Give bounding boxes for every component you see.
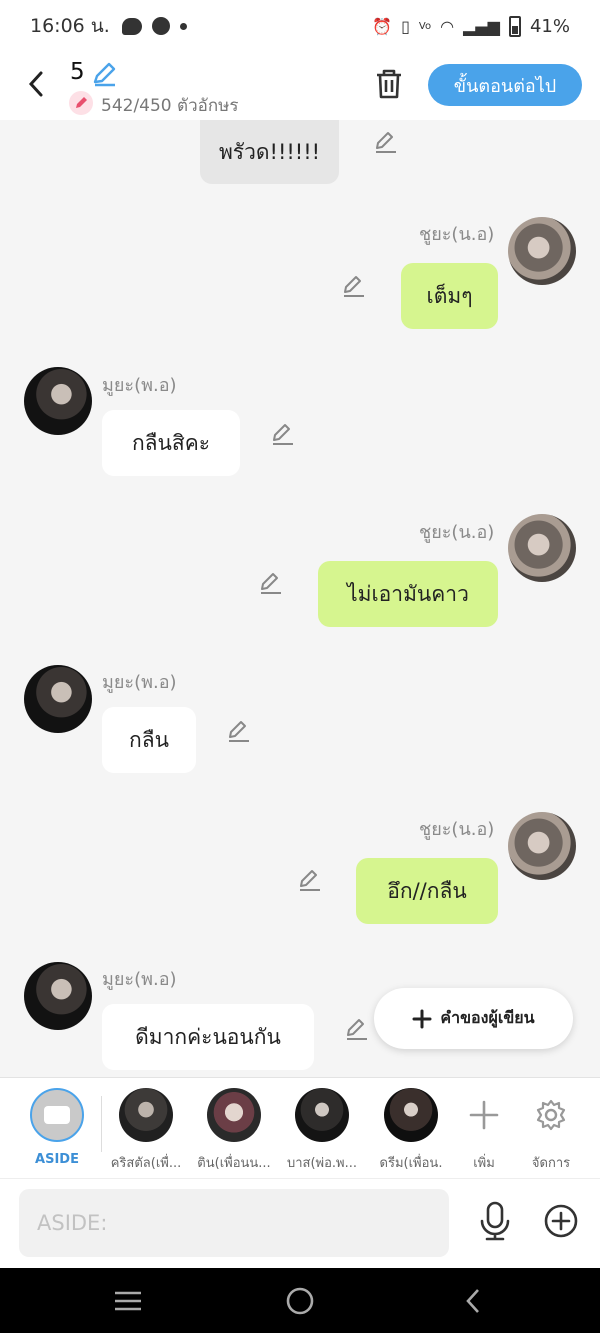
- avatar[interactable]: [24, 665, 92, 733]
- messenger-notification-icon: [151, 17, 170, 35]
- vibrate-icon: ▯: [401, 16, 410, 36]
- delete-button[interactable]: [372, 66, 406, 102]
- chapter-number: 5: [70, 59, 85, 85]
- message-bubble[interactable]: ไม่เอามันคาว: [318, 561, 498, 627]
- editor-header: 5 542/450 ตัวอักษร ขั้นตอนต่อไป: [0, 52, 600, 120]
- speaker-name: ชูยะ(น.อ): [419, 819, 495, 840]
- plus-icon: [457, 1088, 511, 1142]
- message-bubble[interactable]: อึก//กลืน: [356, 858, 498, 924]
- message-bubble[interactable]: ดีมากค่ะนอนกัน: [102, 1004, 314, 1070]
- mic-icon: [480, 1201, 510, 1241]
- character-item[interactable]: คริสตัล(เพื่...: [106, 1088, 186, 1173]
- chat-area[interactable]: พรัวด!!!!!! ชูยะ(น.อ) เต็มๆ มูยะ(พ.อ) กล…: [0, 120, 600, 1077]
- avatar[interactable]: [508, 812, 576, 880]
- trash-icon: [377, 69, 401, 99]
- plus-icon: [412, 1009, 432, 1028]
- message-input-box[interactable]: [19, 1189, 449, 1257]
- chat-notification-icon: [121, 17, 142, 35]
- speaker-name: มูยะ(พ.อ): [102, 969, 177, 990]
- pencil-badge-icon: [69, 91, 93, 115]
- divider: [101, 1096, 102, 1152]
- system-nav-bar: [0, 1268, 600, 1333]
- recent-apps-button[interactable]: [113, 1286, 143, 1316]
- edit-message-icon[interactable]: [258, 571, 284, 595]
- voice-button[interactable]: [478, 1201, 512, 1241]
- character-label: บาส(พ่อ.พ...: [286, 1156, 358, 1171]
- author-note-button[interactable]: คำของผู้เขียน: [374, 988, 573, 1049]
- speaker-name: มูยะ(พ.อ): [102, 375, 177, 396]
- avatar: [295, 1088, 349, 1142]
- aside-avatar: [30, 1088, 84, 1142]
- gear-icon: [524, 1088, 578, 1142]
- avatar: [119, 1088, 173, 1142]
- signal-icon: ▂▄▆: [463, 16, 500, 36]
- nav-back-icon: [466, 1289, 479, 1313]
- character-label: ติน(เพื่อนน...: [197, 1156, 271, 1171]
- character-label: คริสตัล(เพื่...: [110, 1156, 182, 1171]
- manage-characters-button[interactable]: จัดการ: [511, 1088, 591, 1173]
- avatar[interactable]: [508, 514, 576, 582]
- character-item[interactable]: ดรีม(เพื่อน.: [371, 1088, 451, 1173]
- message-input[interactable]: [37, 1211, 431, 1235]
- more-notifications-icon: [179, 22, 187, 30]
- home-icon: [286, 1287, 314, 1315]
- edit-title-button[interactable]: [90, 60, 118, 88]
- message-bubble[interactable]: กลืนสิคะ: [102, 410, 240, 476]
- character-item[interactable]: ติน(เพื่อนน...: [194, 1088, 274, 1173]
- edit-message-icon[interactable]: [270, 422, 296, 446]
- next-step-button[interactable]: ขั้นตอนต่อไป: [428, 64, 582, 106]
- edit-message-icon[interactable]: [341, 274, 367, 298]
- manage-label: จัดการ: [531, 1156, 571, 1171]
- character-aside[interactable]: ASIDE: [17, 1088, 97, 1167]
- avatar[interactable]: [508, 217, 576, 285]
- message-bubble[interactable]: พรัวด!!!!!!: [200, 120, 339, 184]
- character-item[interactable]: บาส(พ่อ.พ...: [282, 1088, 362, 1173]
- home-button[interactable]: [285, 1286, 315, 1316]
- attach-button[interactable]: [543, 1203, 579, 1239]
- character-label: ดรีม(เพื่อน.: [379, 1156, 443, 1171]
- battery-percent: 41%: [529, 15, 570, 37]
- status-bar: 16:06 น. ⏰ ▯ Vo ◠ ▂▄▆ 41%: [0, 0, 600, 52]
- battery-icon: [508, 15, 521, 37]
- character-bar: ASIDE คริสตัล(เพื่... ติน(เพื่อนน... บาส…: [0, 1077, 600, 1178]
- character-count: 542/450 ตัวอักษร: [101, 96, 239, 116]
- avatar: [384, 1088, 438, 1142]
- avatar: [207, 1088, 261, 1142]
- avatar[interactable]: [24, 367, 92, 435]
- edit-icon: [93, 62, 116, 87]
- alarm-icon: ⏰: [372, 16, 393, 36]
- system-back-button[interactable]: [458, 1286, 488, 1316]
- avatar[interactable]: [24, 962, 92, 1030]
- edit-message-icon[interactable]: [373, 130, 399, 154]
- back-icon: [28, 71, 43, 97]
- plus-circle-icon: [544, 1204, 578, 1238]
- message-input-row: [0, 1178, 600, 1268]
- wifi-icon: ◠: [440, 16, 455, 36]
- speaker-name: ชูยะ(น.อ): [419, 224, 495, 245]
- volte-icon: Vo: [418, 20, 432, 32]
- message-bubble[interactable]: กลืน: [102, 707, 196, 773]
- character-label: ASIDE: [35, 1152, 79, 1167]
- back-button[interactable]: [20, 66, 52, 102]
- author-note-label: คำของผู้เขียน: [440, 1008, 535, 1027]
- speaker-name: ชูยะ(น.อ): [419, 522, 495, 543]
- message-bubble[interactable]: เต็มๆ: [401, 263, 498, 329]
- edit-message-icon[interactable]: [344, 1017, 370, 1041]
- menu-icon: [115, 1291, 141, 1311]
- edit-message-icon[interactable]: [297, 868, 323, 892]
- speaker-name: มูยะ(พ.อ): [102, 672, 177, 693]
- edit-message-icon[interactable]: [226, 719, 252, 743]
- status-time: 16:06 น.: [30, 15, 110, 37]
